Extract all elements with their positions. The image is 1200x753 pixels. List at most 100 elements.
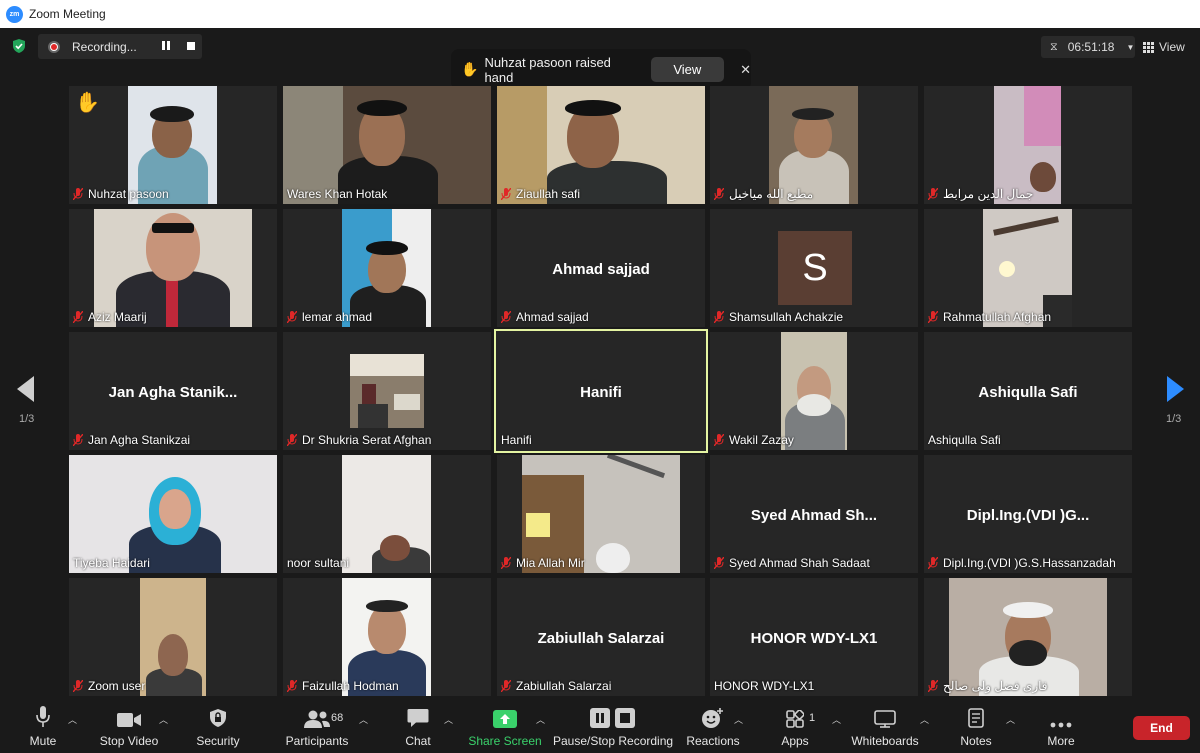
more-dots-icon [1050,722,1072,728]
timer-value: 06:51:18 [1067,40,1115,54]
participant-name: جمال الدين مرابط [928,187,1033,201]
meeting-timer[interactable]: ⧖ 06:51:18 ▼ [1041,36,1135,58]
chat-button[interactable]: Chat [400,700,436,753]
view-label: View [1159,40,1185,54]
participant-name: Ashiqulla Safi [928,433,1001,447]
participant-tile[interactable]: قاری فضل ولی صالح [924,578,1132,696]
chevron-up-icon[interactable]: ︿ [734,713,743,726]
chevron-up-icon[interactable]: ︿ [359,713,368,726]
participant-name: Zabiullah Salarzai [501,679,611,693]
participant-name: Jan Agha Stanikzai [73,433,190,447]
participant-tile[interactable]: Dr Shukria Serat Afghan [283,332,491,450]
participant-tile[interactable]: S Shamsullah Achakzie [710,209,918,327]
muted-mic-icon [714,434,724,446]
participant-tile[interactable]: جمال الدين مرابط [924,86,1132,204]
participant-video [342,455,431,573]
participant-name: Tiyeba Haidari [73,556,150,570]
participant-tile[interactable]: noor sultani [283,455,491,573]
gallery-grid-icon [1143,41,1154,53]
page-indicator-left: 1/3 [19,413,35,425]
participant-display-name: Ashiqulla Safi [978,384,1078,401]
participant-tile[interactable]: Zabiullah Salarzai Zabiullah Salarzai [497,578,705,696]
share-screen-button[interactable]: Share Screen [468,700,542,753]
participant-tile[interactable]: Syed Ahmad Sh... Syed Ahmad Shah Sadaat [710,455,918,573]
participant-tile[interactable]: Wares Khan Hotak [283,86,491,204]
participant-tile[interactable]: ✋ Nuhzat pasoon [69,86,277,204]
pause-stop-icon [590,708,635,728]
participant-tile[interactable]: HONOR WDY-LX1 HONOR WDY-LX1 [710,578,918,696]
muted-mic-icon [714,188,724,200]
end-meeting-button[interactable]: End [1133,716,1190,740]
muted-mic-icon [501,311,511,323]
participant-tile[interactable]: Faizullah Hodman [283,578,491,696]
chevron-up-icon[interactable]: ︿ [444,713,453,726]
shield-icon [210,709,226,727]
notes-button[interactable]: Notes [956,700,996,753]
chat-bubble-icon [407,709,429,727]
participant-tile[interactable]: مطیع الله میاخیل [710,86,918,204]
participant-display-name: Syed Ahmad Sh... [750,507,878,524]
participant-display-name: Dipl.Ing.(VDI )G... [966,507,1090,524]
participant-tile-active-speaker[interactable]: Hanifi Hanifi [494,329,708,453]
more-button[interactable]: More [1042,700,1080,753]
participant-name: noor sultani [287,556,350,570]
recording-dot-icon [48,40,60,53]
chevron-up-icon[interactable]: ︿ [920,713,929,726]
notification-view-button[interactable]: View [650,57,725,82]
participant-name: Hanifi [501,433,532,447]
mute-button[interactable]: Mute [28,700,58,753]
participant-tile[interactable]: Tiyeba Haidari [69,455,277,573]
participant-tile[interactable]: Mia Allah Mir [497,455,705,573]
muted-mic-icon [73,311,83,323]
previous-page-arrow-icon[interactable] [17,376,34,402]
participant-video [350,354,424,428]
avatar: S [778,231,852,305]
participant-tile[interactable]: Ashiqulla Safi Ashiqulla Safi [924,332,1132,450]
pause-recording-icon[interactable] [161,41,171,51]
participant-tile[interactable]: Ahmad sajjad Ahmad sajjad [497,209,705,327]
apps-button[interactable]: Apps [778,700,812,753]
participant-name: Nuhzat pasoon [73,187,169,201]
participant-display-name: HONOR WDY-LX1 [750,630,878,647]
pause-stop-recording-button[interactable]: Pause/Stop Recording [553,700,673,753]
chevron-up-icon[interactable]: ︿ [68,713,77,726]
view-layout-button[interactable]: View [1143,36,1185,58]
participants-button[interactable]: Participants [282,700,352,753]
stop-recording-icon[interactable] [186,41,196,51]
close-icon[interactable]: ✕ [740,62,751,78]
participant-name: Zoom user [73,679,145,693]
chevron-up-icon[interactable]: ︿ [1006,713,1015,726]
stop-video-button[interactable]: Stop Video [96,700,162,753]
participant-tile[interactable]: Wakil Zazay [710,332,918,450]
chevron-up-icon[interactable]: ︿ [159,713,168,726]
encryption-shield-icon[interactable] [11,38,27,54]
reactions-button[interactable]: Reactions [686,700,740,753]
muted-mic-icon [928,557,938,569]
participant-name: Aziz Maarij [73,310,147,324]
participant-tile[interactable]: Zoom user [69,578,277,696]
video-camera-icon [117,713,141,727]
share-screen-icon [493,710,517,728]
muted-mic-icon [928,680,938,692]
participant-tile[interactable]: Jan Agha Stanik... Jan Agha Stanikzai [69,332,277,450]
muted-mic-icon [501,680,511,692]
muted-mic-icon [73,188,83,200]
muted-mic-icon [714,557,724,569]
whiteboards-button[interactable]: Whiteboards [851,700,919,753]
zoom-logo-icon: zm [6,5,23,23]
security-button[interactable]: Security [193,700,243,753]
participant-tile[interactable]: Ziaullah safi [497,86,705,204]
muted-mic-icon [287,434,297,446]
hourglass-icon: ⧖ [1050,40,1058,53]
chevron-up-icon[interactable]: ︿ [832,713,841,726]
participant-tile[interactable]: Dipl.Ing.(VDI )G... Dipl.Ing.(VDI )G.S.H… [924,455,1132,573]
participant-tile[interactable]: lemar ahmad [283,209,491,327]
smiley-plus-icon [702,708,723,728]
participant-name: مطیع الله میاخیل [714,187,813,201]
chevron-up-icon[interactable]: ︿ [536,713,545,726]
participant-tile[interactable]: Rahmatullah Afghan [924,209,1132,327]
next-page-arrow-icon[interactable] [1167,376,1184,402]
participant-name: Wakil Zazay [714,433,794,447]
notes-icon [968,708,984,728]
participant-tile[interactable]: Aziz Maarij [69,209,277,327]
